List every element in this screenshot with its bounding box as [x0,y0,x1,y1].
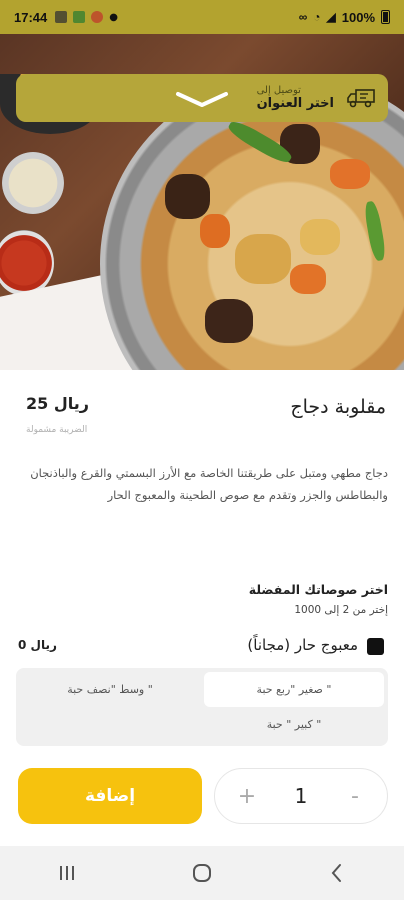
sauce-option[interactable]: معبوج حار (مجاناً) 0 ريال [0,634,404,660]
delivery-truck-icon [347,89,375,108]
dot-icon: ● [109,11,118,23]
delivery-text: توصيل إلى اختر العنوان [257,85,334,111]
product-price: 25 ريال [26,394,89,413]
choose-address-label: اختر العنوان [256,96,334,111]
sauce-checkbox[interactable] [367,638,384,655]
tax-note: الضريبة مشمولة [26,425,88,435]
status-bar: 17:44 ● ∞ ◔ ◢ 100% [0,0,404,34]
home-icon[interactable] [190,861,214,885]
product-description: دجاج مطهي ومتبل على طريقتنا الخاصة مع ال… [30,466,388,502]
size-large-option[interactable]: كبير " حبة " [204,708,384,740]
status-notification-icons: ● [55,11,118,23]
eggplant-slice [165,174,210,219]
size-medium-option[interactable]: وسط "نصف حبة " [20,672,200,707]
potato [235,234,291,284]
carrot [330,159,370,189]
chevron-down-icon[interactable] [174,90,230,110]
chrome-icon [91,11,104,23]
status-system-icons: ∞ ◔ ◢ 100% [299,10,390,25]
deliver-to-label: توصيل إلى [256,85,301,96]
android-icon [73,11,86,23]
tahini-bowl [2,152,64,214]
quantity-stepper: + 1 - [214,768,388,824]
system-navigation-bar [0,846,404,900]
product-image[interactable]: توصيل إلى اختر العنوان [0,34,404,370]
carrot [290,264,326,294]
quantity-value: 1 [294,784,308,808]
sauce-section-title: اختر صوصاتك المفضلة [248,582,388,597]
recent-apps-icon[interactable] [55,861,79,885]
increment-button[interactable]: + [237,784,257,809]
status-time: 17:44 [14,9,48,25]
nfc-icon [55,11,68,23]
wifi-icon: ◔ [313,10,321,24]
battery-percent: 100% [341,9,375,25]
add-to-cart-button[interactable]: إضافة [18,768,202,824]
signal-icon: ◢ [326,10,336,24]
product-title: مقلوبة دجاج [290,396,386,418]
battery-icon [381,10,390,24]
carrot [200,214,230,248]
potato [300,219,340,255]
back-icon[interactable] [325,861,349,885]
size-small-option[interactable]: صغير "ربع حبة " [204,672,384,707]
sauce-option-price: 0 ريال [18,638,57,652]
eggplant-slice [205,299,253,343]
sauce-section-subtitle: إختر من 2 إلى 1000 [294,604,388,616]
link-icon: ∞ [298,10,308,24]
decrement-button[interactable]: - [345,784,365,809]
size-selector: صغير "ربع حبة " وسط "نصف حبة " كبير " حب… [16,668,388,746]
sauce-option-label: معبوج حار (مجاناً) [247,636,358,654]
